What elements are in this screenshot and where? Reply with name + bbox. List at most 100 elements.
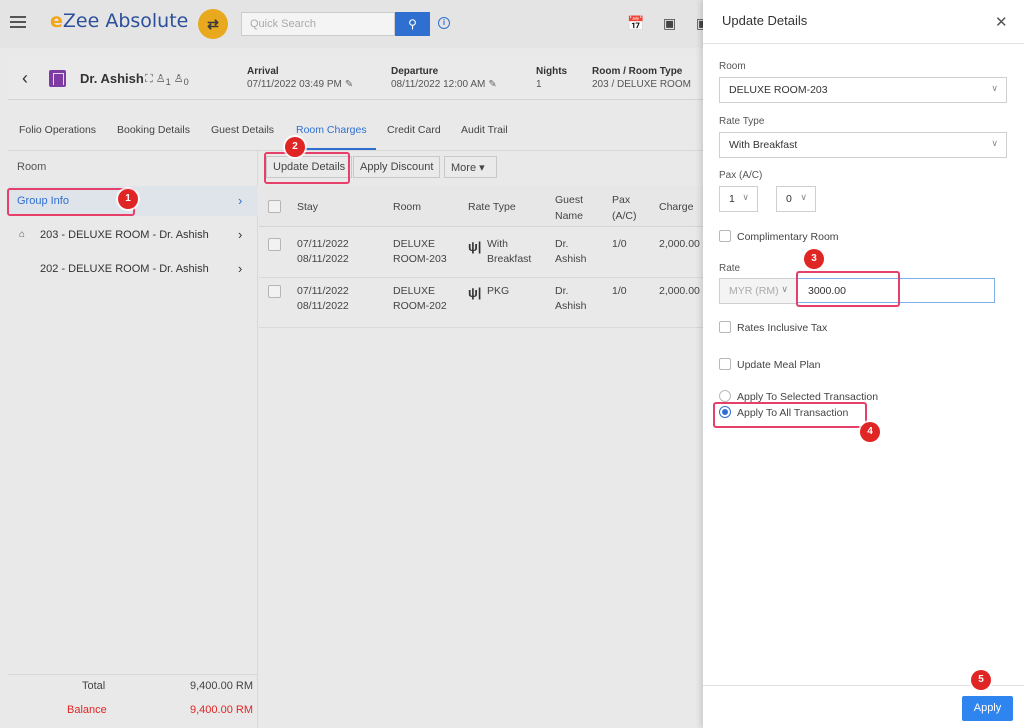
room-select[interactable]: DELUXE ROOM-203 ∨ — [719, 77, 1007, 103]
tab-audit-trail[interactable]: Audit Trail — [461, 124, 508, 136]
arrival-label: Arrival — [247, 66, 279, 77]
highlight-rate-input — [796, 271, 900, 307]
rate-type-select-value: With Breakfast — [729, 139, 798, 151]
fork-knife-icon: ψ| — [468, 285, 482, 300]
tab-room-charges[interactable]: Room Charges — [296, 124, 367, 136]
info-icon[interactable]: i — [438, 17, 450, 29]
pax-field-label: Pax (A/C) — [719, 170, 763, 181]
currency-value: MYR (RM) — [729, 285, 779, 297]
step-badge: 2 — [285, 137, 305, 157]
column-header-pax: Pax (A/C) — [612, 194, 637, 222]
pax-cell: 1/0 — [612, 238, 627, 250]
tab-credit-card[interactable]: Credit Card — [387, 124, 441, 136]
update-meal-plan-checkbox[interactable]: Update Meal Plan — [719, 358, 820, 371]
hamburger-menu-icon[interactable] — [10, 16, 26, 28]
tab-guest-details[interactable]: Guest Details — [211, 124, 274, 136]
rates-inclusive-tax-checkbox[interactable]: Rates Inclusive Tax — [719, 321, 827, 334]
calendar-add-icon[interactable]: 📅 — [627, 15, 644, 31]
complimentary-room-label: Complimentary Room — [737, 231, 839, 243]
departure-label: Departure — [391, 66, 439, 77]
arrival-value: 07/11/2022 03:49 PM — [247, 79, 342, 90]
departure-value: 08/11/2022 12:00 AM — [391, 79, 486, 90]
edit-departure-icon[interactable]: ✎ — [488, 79, 496, 90]
room-cell: DELUXE ROOM-202 — [393, 285, 447, 312]
drawer-divider — [703, 43, 1024, 44]
select-all-checkbox[interactable] — [268, 200, 281, 213]
close-icon[interactable]: ✕ — [995, 13, 1008, 31]
apply-discount-button[interactable]: Apply Discount — [353, 156, 441, 178]
chevron-right-icon[interactable]: › — [238, 193, 242, 208]
search-button[interactable]: ⚲ — [395, 12, 430, 36]
adult-icon: ♙ — [155, 73, 166, 85]
highlight-apply-all — [713, 402, 867, 428]
adult-count: 1 — [165, 77, 171, 88]
step-badge: 5 — [971, 670, 991, 690]
apply-button[interactable]: Apply — [962, 696, 1013, 721]
pax-child-select[interactable]: 0 ∨ — [776, 186, 816, 212]
step-badge: 4 — [860, 422, 880, 442]
child-icon: ♙ — [173, 73, 184, 85]
step-badge: 1 — [118, 189, 138, 209]
checkbox-box[interactable] — [719, 321, 731, 333]
more-label: More — [451, 162, 477, 174]
room-list-item[interactable]: 202 - DELUXE ROOM - Dr. Ashish — [40, 263, 209, 275]
room-type-block: Room / Room Type 203 / DELUXE ROOM — [592, 66, 691, 90]
currency-select[interactable]: MYR (RM) ∨ — [719, 278, 797, 304]
tab-folio-operations[interactable]: Folio Operations — [19, 124, 96, 136]
building-icon — [49, 70, 66, 87]
pax-cell: 1/0 — [612, 285, 627, 297]
rate-type-cell: With Breakfast — [487, 238, 532, 265]
stay-cell: 07/11/2022 08/11/2022 — [297, 285, 349, 312]
chevron-right-icon[interactable]: › — [238, 261, 242, 276]
charge-cell: 2,000.00 — [659, 238, 700, 250]
rate-field-label: Rate — [719, 263, 741, 274]
tab-booking-details[interactable]: Booking Details — [117, 124, 190, 136]
room-cell: DELUXE ROOM-203 — [393, 238, 447, 265]
fork-knife-icon: ψ| — [468, 239, 482, 254]
checkbox-box[interactable] — [719, 230, 731, 242]
caret-down-icon: ▾ — [479, 162, 485, 174]
nights-value: 1 — [536, 79, 542, 90]
drawer-title: Update Details — [722, 13, 808, 28]
column-header-room: Room — [393, 201, 422, 213]
guest-name: Dr. Ashish — [80, 71, 144, 86]
rate-type-field-label: Rate Type — [719, 116, 765, 127]
calendar-icon[interactable]: ▣ — [663, 15, 679, 31]
shuffle-icon[interactable]: ⇄ — [198, 9, 228, 39]
child-count: 0 — [183, 77, 189, 88]
update-meal-plan-label: Update Meal Plan — [737, 359, 821, 371]
row-checkbox[interactable] — [268, 285, 281, 298]
highlight-group-info — [7, 188, 135, 216]
pax-adult-select[interactable]: 1 ∨ — [719, 186, 758, 212]
column-header-rate-type: Rate Type — [468, 201, 516, 213]
chevron-down-icon: ∨ — [742, 192, 749, 202]
app-logo[interactable]: eZee Absolute — [50, 10, 188, 32]
complimentary-room-checkbox[interactable]: Complimentary Room — [719, 230, 839, 243]
bed-icon: ⌂ — [19, 229, 26, 240]
checkbox-box[interactable] — [719, 358, 731, 370]
column-header-guest-name: Guest Name — [555, 194, 584, 222]
nights-label: Nights — [536, 66, 568, 77]
chevron-down-icon: ∨ — [991, 138, 998, 148]
departure-block: Departure 08/11/2022 12:00 AM ✎ — [391, 66, 497, 90]
room-list-item[interactable]: 203 - DELUXE ROOM - Dr. Ashish — [40, 229, 209, 241]
rate-type-select[interactable]: With Breakfast ∨ — [719, 132, 1007, 158]
search-icon: ⚲ — [408, 17, 417, 31]
guest-pax-icons: ⛶ ♙1 ♙0 — [145, 72, 189, 87]
radio-button[interactable] — [719, 390, 731, 402]
back-arrow-icon[interactable]: ‹ — [22, 68, 28, 89]
quick-search-input[interactable]: Quick Search — [241, 12, 395, 36]
edit-arrival-icon[interactable]: ✎ — [345, 79, 353, 90]
toolbar-icon-partial[interactable]: ▣ — [696, 15, 703, 31]
guest-name-cell: Dr. Ashish — [555, 238, 587, 265]
nights-block: Nights 1 — [536, 66, 567, 90]
rate-type-cell: PKG — [487, 285, 510, 297]
pax-child-value: 0 — [786, 193, 792, 205]
balance-value: 9,400.00 RM — [190, 704, 253, 716]
room-list-header: Room — [17, 161, 47, 173]
row-checkbox[interactable] — [268, 238, 281, 251]
total-value: 9,400.00 RM — [190, 680, 253, 692]
room-type-label: Room / Room Type — [592, 66, 683, 77]
more-button[interactable]: More ▾ — [444, 156, 497, 178]
chevron-right-icon[interactable]: › — [238, 227, 242, 242]
